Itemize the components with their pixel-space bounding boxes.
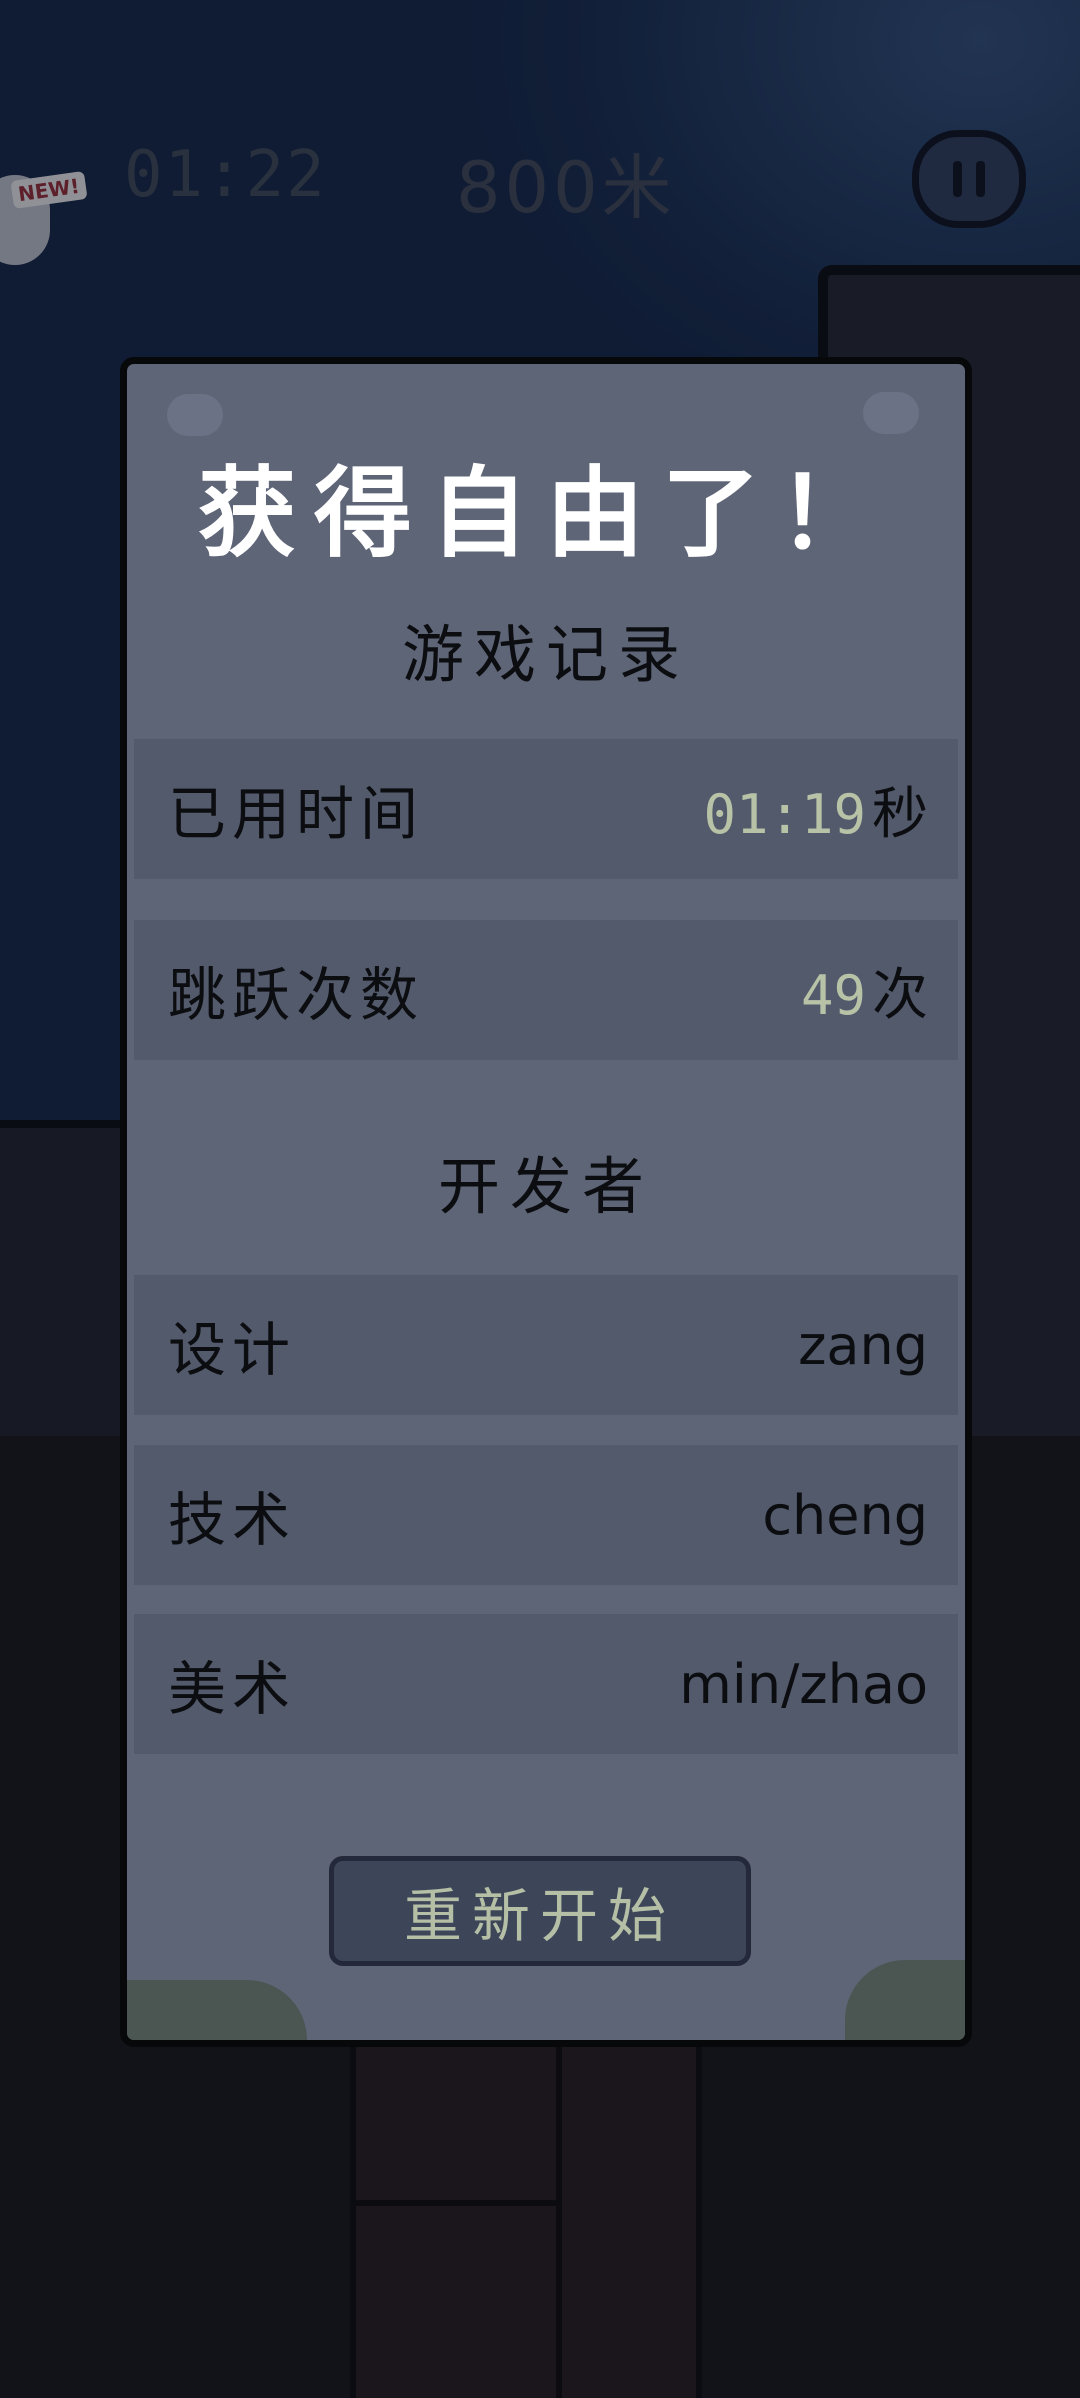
credit-row-art: 美术 min/zhao bbox=[134, 1614, 958, 1754]
stat-label: 已用时间 bbox=[168, 780, 425, 848]
record-header: 游戏记录 bbox=[401, 618, 690, 691]
stat-unit: 次 bbox=[872, 962, 928, 1028]
developer-header: 开发者 bbox=[437, 1150, 654, 1223]
credit-value: zang bbox=[798, 1313, 928, 1377]
grass-decor bbox=[127, 1980, 307, 2040]
credit-row-design: 设计 zang bbox=[134, 1275, 958, 1415]
stat-value: 01:19 秒 bbox=[703, 769, 928, 850]
credit-value: cheng bbox=[762, 1483, 928, 1547]
stat-number: 49 bbox=[800, 963, 866, 1027]
stat-number: 01:19 bbox=[703, 782, 866, 846]
restart-button[interactable]: 重新开始 bbox=[329, 1856, 751, 1966]
credit-label: 美术 bbox=[168, 1655, 297, 1723]
stat-row-jumps: 跳跃次数 49 次 bbox=[134, 920, 958, 1060]
stat-unit: 秒 bbox=[872, 781, 928, 847]
dialog-title: 获得自由了！ bbox=[197, 457, 894, 571]
decor-blob bbox=[863, 392, 919, 434]
grass-decor bbox=[845, 1960, 965, 2040]
credit-value: min/zhao bbox=[679, 1652, 928, 1716]
stat-row-time: 已用时间 01:19 秒 bbox=[134, 739, 958, 879]
stat-value: 49 次 bbox=[801, 950, 928, 1031]
result-dialog: 获得自由了！ 游戏记录 已用时间 01:19 秒 跳跃次数 49 次 开发者 设计 … bbox=[120, 357, 972, 2047]
credit-label: 技术 bbox=[168, 1486, 297, 1554]
credit-row-tech: 技术 cheng bbox=[134, 1445, 958, 1585]
decor-blob bbox=[167, 394, 223, 436]
credit-label: 设计 bbox=[168, 1316, 297, 1384]
stat-label: 跳跃次数 bbox=[168, 961, 425, 1029]
